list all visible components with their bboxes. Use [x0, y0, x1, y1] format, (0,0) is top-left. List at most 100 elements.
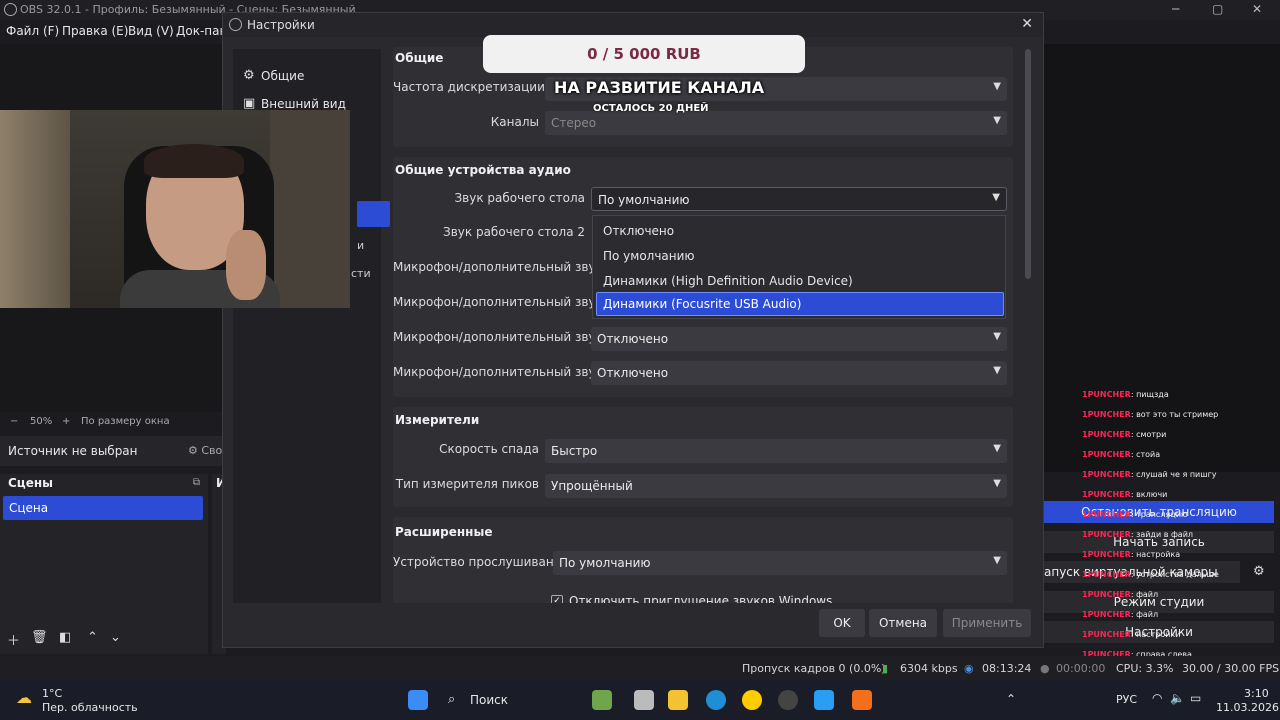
obs-logo-icon: [4, 3, 17, 16]
chat-user: 1PUNCHER: [1082, 530, 1131, 539]
channels-label: Каналы: [490, 115, 539, 129]
sidebar-item-label: Общие: [261, 69, 305, 83]
devices-title: Общие устройства аудио: [395, 163, 571, 177]
task-view-icon[interactable]: [634, 690, 654, 710]
menu-file[interactable]: Файл (F): [6, 24, 59, 38]
fl-studio-icon[interactable]: [852, 690, 872, 710]
obs-status-bar: Пропуск кадров 0 (0.0%) ▮ 6304 kbps ◉ 08…: [0, 656, 1280, 680]
wifi-icon[interactable]: ◠: [1152, 691, 1162, 705]
zoom-in-button[interactable]: +: [62, 416, 70, 427]
maximize-icon[interactable]: ▢: [1212, 2, 1223, 16]
apply-button[interactable]: Применить: [943, 609, 1031, 637]
dropdown-option[interactable]: Отключено: [603, 224, 674, 238]
dropdown-option[interactable]: Динамики (High Definition Audio Device): [603, 274, 853, 288]
menu-edit[interactable]: Правка (E): [62, 24, 128, 38]
scene-filter-icon[interactable]: ◧: [59, 630, 71, 645]
apply-label: Применить: [951, 616, 1023, 630]
chat-message: 1PUNCHER: настройка: [1082, 550, 1181, 559]
bitrate: 6304 kbps: [900, 662, 958, 675]
chat-user: 1PUNCHER: [1082, 410, 1131, 419]
move-down-icon[interactable]: ⌄: [110, 630, 121, 645]
chevron-down-icon: ▼: [993, 115, 1001, 126]
cancel-button[interactable]: Отмена: [869, 609, 937, 637]
meters-title: Измерители: [395, 413, 480, 427]
chat-user: 1PUNCHER: [1082, 550, 1131, 559]
desktop-audio2-label: Звук рабочего стола 2: [443, 225, 585, 239]
yandex-browser-icon[interactable]: [742, 690, 762, 710]
chat-text: файл: [1136, 590, 1159, 599]
ok-label: OK: [833, 616, 851, 630]
sidebar-fragment: и: [357, 239, 365, 252]
remove-scene-icon[interactable]: 🗑: [31, 630, 48, 645]
zoom-out-button[interactable]: −: [10, 416, 18, 427]
chevron-down-icon: ▼: [993, 443, 1001, 454]
app-icon[interactable]: [814, 690, 834, 710]
sidebar-item-audio-selected[interactable]: [357, 201, 390, 227]
sidebar-item-general[interactable]: ⚙ Общие: [233, 63, 381, 89]
peak-meter-label: Тип измерителя пиков: [395, 477, 539, 491]
zoom-value: 50%: [30, 416, 53, 427]
dropdown-option[interactable]: По умолчанию: [603, 249, 695, 263]
chat-message: 1PUNCHER: вот это ты стример: [1082, 410, 1219, 419]
chat-text: стойа: [1136, 450, 1161, 459]
monitor-label: Устройство прослушивания: [393, 555, 569, 569]
rec-time: 00:00:00: [1056, 662, 1106, 675]
zoom-fit[interactable]: По размеру окна: [81, 416, 170, 427]
monitor-value: По умолчанию: [559, 556, 651, 570]
scene-item[interactable]: Сцена: [3, 496, 203, 520]
move-up-icon[interactable]: ⌃: [87, 630, 98, 645]
chevron-down-icon: ▼: [993, 365, 1001, 376]
scenes-dock: Сцены ⧉ Сцена: [0, 474, 208, 654]
channels-select[interactable]: Стерео ▼: [545, 111, 1007, 135]
widgets-icon[interactable]: [592, 690, 612, 710]
dropdown-option-label: Динамики (Focusrite USB Audio): [603, 297, 802, 311]
chevron-down-icon: ▼: [993, 81, 1001, 92]
peak-meter-select[interactable]: Упрощённый ▼: [545, 474, 1007, 498]
advanced-group: Расширенные Устройство прослушивания По …: [393, 517, 1013, 603]
webcam-curtain: [0, 110, 70, 308]
chat-overlay: 1PUNCHER: пищзда 1PUNCHER: вот это ты ст…: [1082, 384, 1278, 684]
mic3-select[interactable]: Отключено ▼: [591, 327, 1007, 351]
edge-icon[interactable]: [706, 690, 726, 710]
dock-float-icon[interactable]: ⧉: [193, 477, 200, 488]
mic4-value: Отключено: [597, 366, 669, 380]
menu-view[interactable]: Вид (V): [128, 24, 174, 38]
channels-value: Стерео: [551, 116, 597, 130]
chat-text: настройка: [1136, 550, 1181, 559]
tray-chevron-icon[interactable]: ⌃: [1006, 692, 1016, 706]
language-indicator[interactable]: РУС: [1116, 693, 1137, 706]
chat-text: вот это ты стример: [1136, 410, 1219, 419]
volume-icon[interactable]: 🔈: [1170, 691, 1185, 705]
obs-taskbar-icon[interactable]: [778, 690, 798, 710]
ok-button[interactable]: OK: [819, 609, 865, 637]
ducking-checkbox[interactable]: ✓: [551, 595, 563, 603]
donation-goal-bar: 0 / 5 000 RUB: [483, 35, 805, 73]
windows-start-icon[interactable]: [408, 690, 428, 710]
clock-date[interactable]: 11.03.2026: [1216, 701, 1279, 714]
search-icon[interactable]: ⌕: [448, 692, 455, 707]
explorer-icon[interactable]: [668, 690, 688, 710]
live-icon: ◉: [964, 662, 974, 675]
chat-message: 1PUNCHER: файл: [1082, 610, 1159, 619]
chat-message: 1PUNCHER: пищзда: [1082, 390, 1169, 399]
taskbar-search[interactable]: Поиск: [470, 693, 508, 707]
monitor-select[interactable]: По умолчанию ▼: [553, 551, 1007, 575]
donation-goal-subtitle: ОСТАЛОСЬ 20 ДНЕЙ: [593, 103, 709, 114]
close-window-icon[interactable]: ✕: [1252, 2, 1262, 16]
desktop-audio-select[interactable]: По умолчанию ▼: [591, 187, 1007, 211]
minimize-icon[interactable]: ─: [1172, 2, 1179, 16]
dropdown-option-selected[interactable]: Динамики (Focusrite USB Audio): [596, 292, 1004, 316]
weather-temp: 1°C: [42, 687, 63, 700]
content-scrollbar[interactable]: [1025, 49, 1031, 279]
add-scene-icon[interactable]: ＋: [7, 630, 20, 649]
peak-meter-value: Упрощённый: [551, 479, 633, 493]
dialog-close-icon[interactable]: ✕: [1021, 16, 1033, 32]
decay-select[interactable]: Быстро ▼: [545, 439, 1007, 463]
properties-button[interactable]: ⚙ Сво: [188, 444, 222, 457]
battery-icon[interactable]: ▭: [1190, 691, 1201, 705]
clock-time[interactable]: 3:10: [1244, 687, 1269, 700]
chat-text: трансляцию: [1136, 510, 1188, 519]
mic4-select[interactable]: Отключено ▼: [591, 361, 1007, 385]
gear-icon: ⚙: [243, 68, 255, 83]
fps: 30.00 / 30.00 FPS: [1182, 662, 1280, 675]
